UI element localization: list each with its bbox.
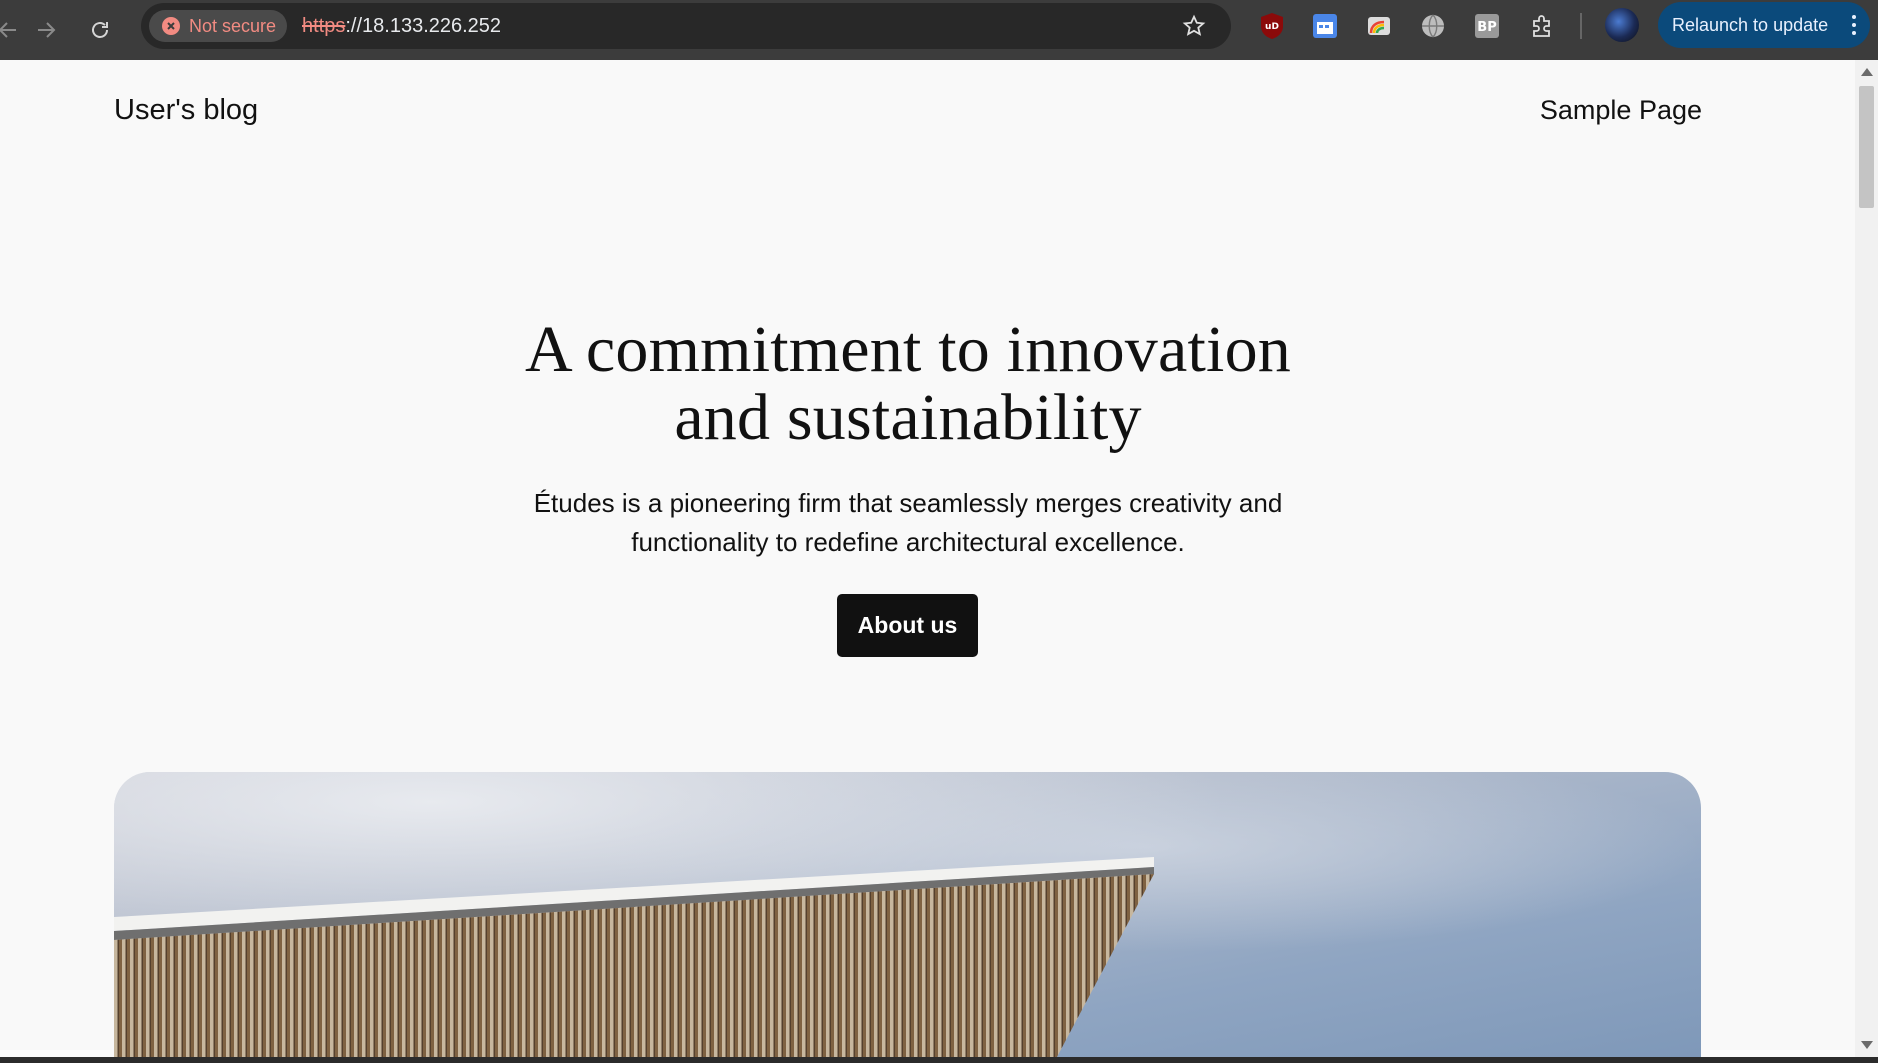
bp-extension-icon[interactable]: BP: [1471, 10, 1503, 42]
url-host: ://18.133.226.252: [345, 15, 502, 37]
extensions-puzzle-icon[interactable]: [1526, 10, 1558, 42]
scroll-down-arrow-icon[interactable]: [1861, 1041, 1873, 1049]
about-us-button[interactable]: About us: [837, 594, 978, 657]
ublock-origin-icon[interactable]: uD: [1256, 10, 1288, 42]
reload-button[interactable]: [82, 12, 118, 48]
scroll-up-arrow-icon[interactable]: [1861, 68, 1873, 76]
security-label: Not secure: [189, 15, 277, 36]
more-menu-icon[interactable]: [1852, 15, 1856, 35]
back-arrow-icon: [0, 22, 16, 38]
hero-description: Études is a pioneering firm that seamles…: [508, 484, 1308, 562]
scrollbar-thumb[interactable]: [1859, 86, 1874, 208]
address-bar[interactable]: Not secure https://18.133.226.252: [141, 3, 1231, 49]
hero-heading: A commitment to innovation and sustainab…: [408, 316, 1408, 452]
back-button[interactable]: [0, 12, 26, 48]
forward-button[interactable]: [28, 12, 64, 48]
nav-link-sample-page[interactable]: Sample Page: [1540, 95, 1702, 126]
bookmark-star-icon[interactable]: [1181, 13, 1207, 39]
browser-toolbar: Not secure https://18.133.226.252 uD BP …: [0, 0, 1878, 60]
not-secure-icon: [162, 17, 180, 35]
reload-icon: [92, 22, 108, 38]
globe-icon[interactable]: [1417, 10, 1449, 42]
forward-arrow-icon: [38, 22, 56, 38]
svg-text:uD: uD: [1265, 22, 1279, 32]
hero-heading-line-1: A commitment to innovation: [525, 313, 1291, 386]
url-scheme: https: [302, 15, 346, 37]
site-title[interactable]: User's blog: [114, 94, 258, 127]
hero-architecture-image: [114, 772, 1701, 1057]
toolbar-separator: [1580, 13, 1582, 39]
calendar-extension-icon[interactable]: [1309, 10, 1341, 42]
security-indicator[interactable]: Not secure: [149, 10, 287, 42]
vertical-scrollbar[interactable]: [1855, 60, 1878, 1057]
hero-description-line-1: Études is a pioneering firm that seamles…: [533, 488, 1283, 518]
building-roof-photo: [114, 772, 1701, 1057]
url-text[interactable]: https://18.133.226.252: [302, 15, 501, 38]
page-viewport: User's blog Sample Page A commitment to …: [0, 60, 1855, 1057]
relaunch-label: Relaunch to update: [1672, 14, 1829, 35]
hero-description-line-2: functionality to redefine architectural …: [631, 527, 1185, 557]
hero-heading-line-2: and sustainability: [674, 381, 1142, 454]
relaunch-to-update-button[interactable]: Relaunch to update: [1658, 2, 1870, 48]
profile-avatar[interactable]: [1605, 8, 1639, 42]
window-bottom-edge: [0, 1057, 1878, 1063]
rainbow-card-icon[interactable]: [1363, 10, 1395, 42]
svg-text:BP: BP: [1477, 20, 1496, 35]
